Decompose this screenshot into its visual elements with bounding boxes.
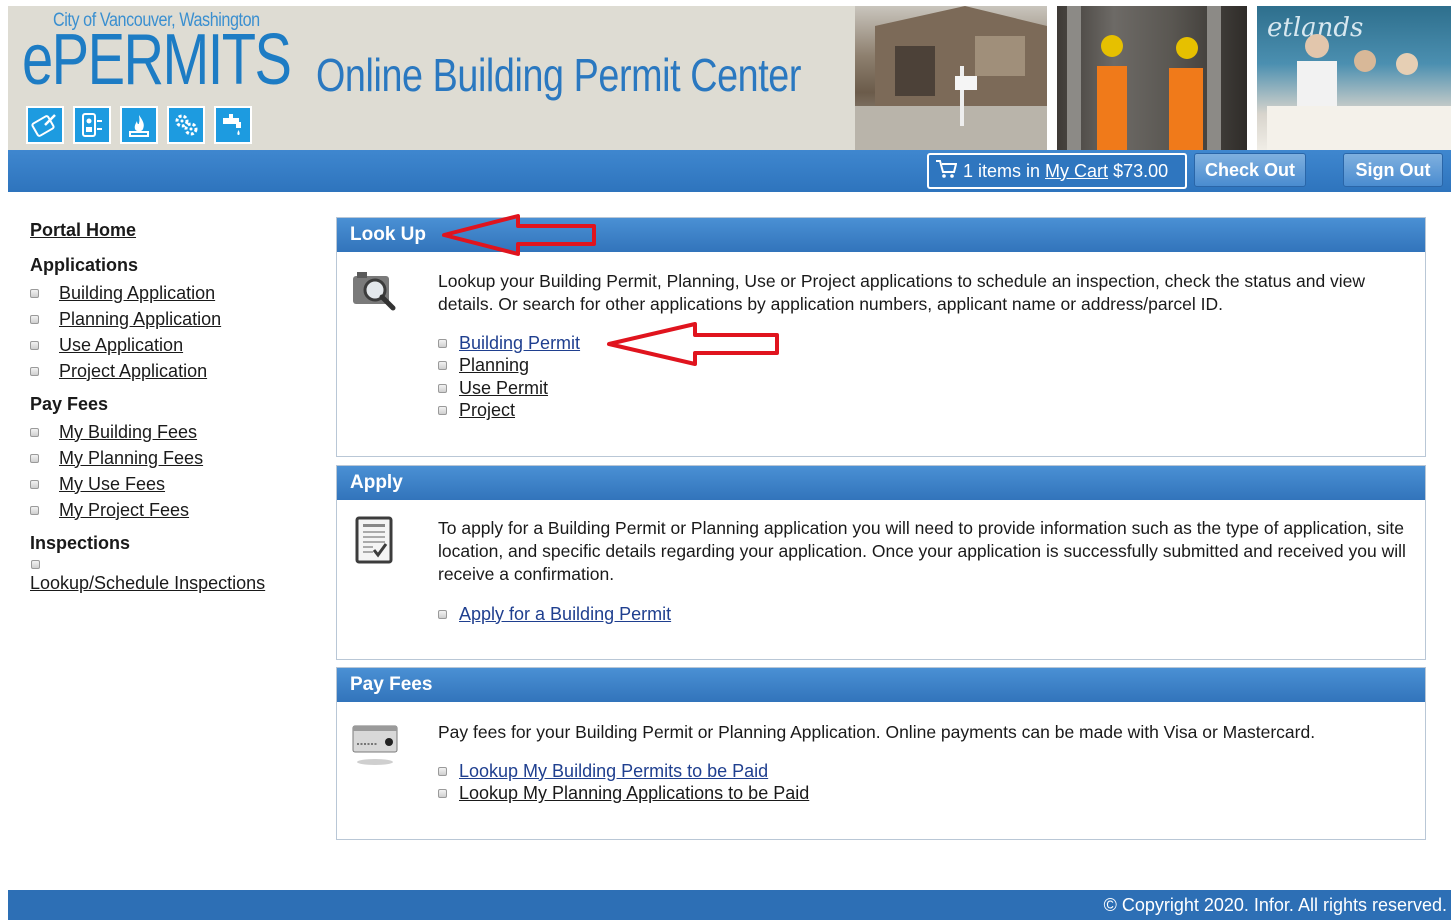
lookup-item-project: Project: [438, 400, 580, 423]
annotation-arrow-building-permit: [607, 322, 779, 366]
apply-building-permit-link[interactable]: Apply for a Building Permit: [459, 604, 671, 625]
header-photo-house: [855, 6, 1047, 150]
header-photo-inspectors: [1057, 6, 1247, 150]
bullet-icon: [30, 340, 39, 350]
sidebar-item-planning-fees: My Planning Fees: [30, 445, 320, 471]
photo-divider: [1047, 6, 1057, 150]
top-nav-bar: 1 items in My Cart $73.00 Check Out Sign…: [8, 150, 1451, 192]
service-icon-row: [26, 106, 252, 144]
building-permit-link[interactable]: Building Permit: [459, 333, 580, 354]
lookup-description: Lookup your Building Permit, Planning, U…: [438, 271, 1366, 314]
annotation-arrow-lookup: [442, 214, 596, 256]
sign-out-button[interactable]: Sign Out: [1343, 153, 1443, 187]
apply-panel: Apply To apply for a Building Permit or …: [336, 465, 1426, 660]
pay-fees-panel-title: Pay Fees: [337, 668, 1425, 702]
fire-flame-icon: [120, 106, 158, 144]
gears-icon: [167, 106, 205, 144]
lookup-item-planning: Planning: [438, 355, 580, 378]
lookup-planning-applications-to-pay-link[interactable]: Lookup My Planning Applications to be Pa…: [459, 783, 809, 804]
footer: © Copyright 2020. Infor. All rights rese…: [8, 890, 1451, 920]
bullet-icon: [31, 560, 40, 569]
sidebar-item-project-fees: My Project Fees: [30, 497, 320, 523]
apply-panel-title: Apply: [337, 466, 1425, 500]
project-application-link[interactable]: Project Application: [59, 361, 207, 382]
fees-item-building-permits: Lookup My Building Permits to be Paid: [438, 760, 809, 783]
bullet-icon: [30, 314, 39, 324]
lookup-schedule-inspections-link[interactable]: Lookup/Schedule Inspections: [30, 573, 320, 594]
sidebar-item-planning-application: Planning Application: [30, 306, 320, 332]
water-faucet-icon: [214, 106, 252, 144]
my-cart-link[interactable]: My Cart: [1045, 161, 1108, 182]
copyright-text: © Copyright 2020. Infor. All rights rese…: [1103, 894, 1447, 915]
sidebar-item-project-application: Project Application: [30, 358, 320, 384]
sidebar: Portal Home Applications Building Applic…: [30, 220, 320, 594]
bullet-icon: [30, 288, 39, 298]
my-project-fees-link[interactable]: My Project Fees: [59, 500, 189, 521]
use-application-link[interactable]: Use Application: [59, 335, 183, 356]
bullet-icon: [30, 453, 39, 463]
fees-list: My Building Fees My Planning Fees My Use…: [30, 419, 320, 523]
lookup-links: Building Permit Planning Use Permit Proj…: [438, 332, 580, 422]
bullet-icon: [438, 609, 447, 619]
credit-card-icon: [351, 720, 401, 775]
site-title: Online Building Permit Center: [316, 49, 801, 101]
cart-summary[interactable]: 1 items in My Cart $73.00: [927, 153, 1187, 189]
apply-links: Apply for a Building Permit: [438, 603, 671, 626]
portal-home-link[interactable]: Portal Home: [30, 220, 320, 241]
lookup-item-building-permit: Building Permit: [438, 332, 580, 355]
bullet-icon: [30, 505, 39, 515]
pay-fees-links: Lookup My Building Permits to be Paid Lo…: [438, 760, 809, 805]
fees-item-planning-applications: Lookup My Planning Applications to be Pa…: [438, 783, 809, 806]
bullet-icon: [438, 789, 447, 799]
site-header: City of Vancouver, Washington ePERMITS O…: [8, 6, 1451, 150]
header-photo-counter: etlands: [1257, 6, 1451, 150]
check-out-button[interactable]: Check Out: [1194, 153, 1306, 187]
electrical-meter-icon: [73, 106, 111, 144]
sidebar-item-building-fees: My Building Fees: [30, 419, 320, 445]
brand-logo-text: ePERMITS: [22, 20, 292, 100]
applications-heading: Applications: [30, 255, 139, 275]
magnifier-search-icon: [351, 268, 399, 321]
cart-total: $73.00: [1113, 160, 1169, 181]
planning-link[interactable]: Planning: [459, 355, 529, 376]
my-building-fees-link[interactable]: My Building Fees: [59, 422, 197, 443]
sidebar-item-use-fees: My Use Fees: [30, 471, 320, 497]
pay-fees-panel: Pay Fees Pay fees for your Building Perm…: [336, 667, 1426, 840]
cart-count-text: 1 items in: [963, 160, 1041, 181]
sidebar-item-use-application: Use Application: [30, 332, 320, 358]
bullet-icon: [30, 366, 39, 376]
my-planning-fees-link[interactable]: My Planning Fees: [59, 448, 203, 469]
bullet-icon: [30, 427, 39, 437]
photo-divider: [1247, 6, 1257, 150]
pay-fees-heading: Pay Fees: [30, 394, 109, 414]
pay-fees-description: Pay fees for your Building Permit or Pla…: [438, 722, 1316, 742]
permit-pen-icon: [26, 106, 64, 144]
building-application-link[interactable]: Building Application: [59, 283, 215, 304]
use-permit-link[interactable]: Use Permit: [459, 378, 548, 399]
planning-application-link[interactable]: Planning Application: [59, 309, 221, 330]
bullet-icon: [438, 338, 447, 348]
bullet-icon: [438, 383, 447, 393]
apply-item-building-permit: Apply for a Building Permit: [438, 603, 671, 626]
bullet-icon: [438, 766, 447, 776]
bullet-icon: [438, 406, 447, 416]
shopping-cart-icon: [935, 159, 958, 184]
inspections-heading: Inspections: [30, 533, 131, 553]
bullet-icon: [438, 361, 447, 371]
bullet-icon: [30, 479, 39, 489]
applications-list: Building Application Planning Applicatio…: [30, 280, 320, 384]
checklist-document-icon: [355, 516, 395, 569]
sidebar-item-building-application: Building Application: [30, 280, 320, 306]
project-link[interactable]: Project: [459, 400, 515, 421]
lookup-item-use-permit: Use Permit: [438, 377, 580, 400]
my-use-fees-link[interactable]: My Use Fees: [59, 474, 165, 495]
apply-description: To apply for a Building Permit or Planni…: [438, 518, 1406, 584]
lookup-building-permits-to-pay-link[interactable]: Lookup My Building Permits to be Paid: [459, 761, 768, 782]
